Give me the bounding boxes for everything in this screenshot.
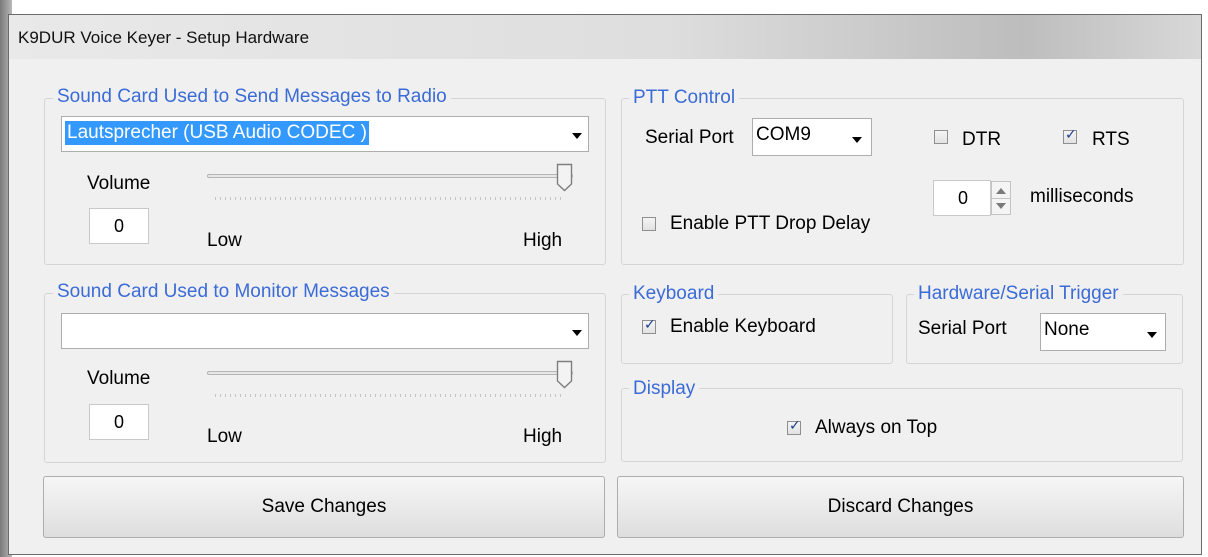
send-volume-label: Volume [87,173,151,194]
dtr-label: DTR [962,129,1002,150]
ptt-drop-delay-checkbox[interactable] [642,217,656,231]
dtr-checkbox[interactable] [934,130,948,144]
ptt-delay-spinner[interactable] [991,181,1011,215]
ptt-serial-port-value: COM9 [756,124,811,145]
ptt-control-legend: PTT Control [629,87,740,109]
send-volume-track[interactable] [207,174,573,178]
chevron-down-icon [572,133,582,139]
trigger-serial-port-label: Serial Port [918,318,1007,339]
send-volume-value[interactable]: 0 [89,208,149,244]
send-volume-slider-thumb[interactable] [556,163,573,192]
send-sound-card-value: Lautsprecher (USB Audio CODEC ) [65,121,369,145]
send-sound-card-legend: Sound Card Used to Send Messages to Radi… [53,86,451,108]
enable-keyboard-checkbox[interactable] [642,317,656,334]
trigger-serial-port-select[interactable]: None [1040,313,1166,351]
ptt-control-group [621,98,1184,265]
enable-keyboard-label: Enable Keyboard [670,316,816,337]
discard-changes-button[interactable]: Discard Changes [617,476,1184,538]
send-volume-low-label: Low [207,230,242,251]
rts-checkbox[interactable] [1063,127,1077,144]
chevron-down-icon [852,137,862,143]
ptt-delay-unit: milliseconds [1030,186,1134,207]
monitor-volume-track[interactable] [207,371,573,375]
send-volume-ticks [215,197,565,200]
hardware-serial-trigger-legend: Hardware/Serial Trigger [914,283,1123,305]
monitor-volume-high-label: High [523,426,563,447]
monitor-volume-ticks [215,394,565,397]
monitor-volume-low-label: Low [207,426,242,447]
display-legend: Display [629,378,700,400]
monitor-volume-slider-thumb[interactable] [556,360,573,389]
rts-label: RTS [1092,129,1130,150]
chevron-down-icon [1147,332,1157,338]
monitor-sound-card-legend: Sound Card Used to Monitor Messages [53,281,394,303]
save-changes-button[interactable]: Save Changes [43,476,605,538]
ptt-drop-delay-label: Enable PTT Drop Delay [670,213,871,234]
always-on-top-checkbox[interactable] [787,418,801,435]
monitor-volume-label: Volume [87,368,151,389]
send-volume-high-label: High [523,230,563,251]
send-sound-card-select[interactable]: Lautsprecher (USB Audio CODEC ) [61,116,589,152]
keyboard-legend: Keyboard [629,283,719,305]
always-on-top-label: Always on Top [815,417,938,438]
monitor-volume-value[interactable]: 0 [89,404,149,440]
trigger-serial-port-value: None [1044,319,1090,340]
spin-up-icon[interactable] [996,188,1006,194]
spin-down-icon[interactable] [996,203,1006,209]
ptt-serial-port-label: Serial Port [645,127,734,148]
monitor-sound-card-select[interactable] [61,313,589,349]
chevron-down-icon [572,330,582,336]
ptt-delay-value[interactable]: 0 [933,180,991,216]
window-title: K9DUR Voice Keyer - Setup Hardware [18,28,310,47]
ptt-serial-port-select[interactable]: COM9 [752,118,872,156]
